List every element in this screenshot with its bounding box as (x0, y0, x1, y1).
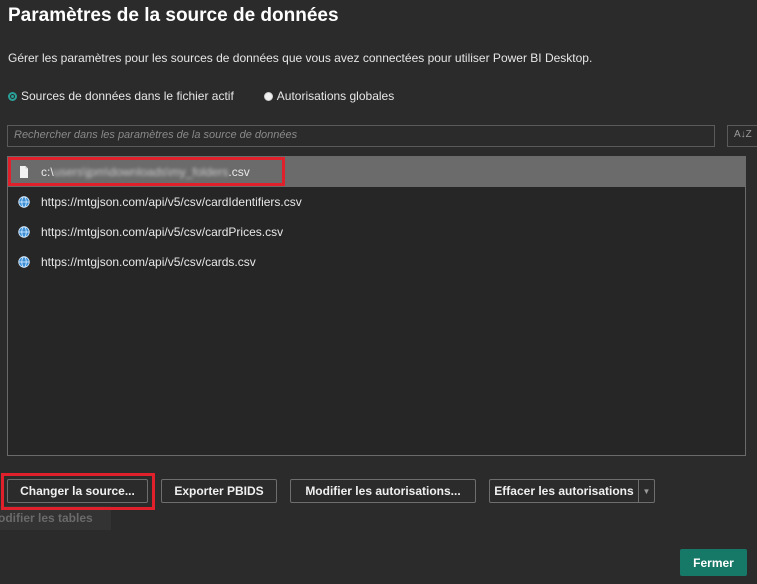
search-input[interactable]: Rechercher dans les paramètres de la sou… (7, 125, 715, 147)
globe-icon (18, 196, 30, 208)
export-pbids-button[interactable]: Exporter PBIDS (161, 479, 277, 503)
close-button[interactable]: Fermer (680, 549, 747, 576)
edit-tables-label: Modifier les tables (0, 511, 93, 525)
edit-permissions-button[interactable]: Modifier les autorisations... (290, 479, 476, 503)
list-item[interactable]: https://mtgjson.com/api/v5/csv/cardPrice… (8, 217, 745, 247)
list-item[interactable]: https://mtgjson.com/api/v5/csv/cards.csv (8, 247, 745, 277)
list-item[interactable]: https://mtgjson.com/api/v5/csv/cardIdent… (8, 187, 745, 217)
radio-global-permissions[interactable]: Autorisations globales (263, 89, 395, 103)
globe-icon (18, 226, 30, 238)
highlight-box (1, 473, 155, 510)
sort-az-button[interactable]: A↓Z (727, 125, 757, 147)
clear-permissions-button[interactable]: Effacer les autorisations (489, 479, 639, 503)
dialog-title: Paramètres de la source de données (8, 5, 339, 26)
radio-checked-icon[interactable] (8, 91, 17, 101)
list-item-label: https://mtgjson.com/api/v5/csv/cardPrice… (41, 225, 284, 239)
list-item-label: https://mtgjson.com/api/v5/csv/cards.csv (41, 255, 256, 269)
radio-active-file-label: Sources de données dans le fichier actif (21, 89, 234, 103)
data-source-list[interactable]: c:\users\jpm\downloads\my_folders.csv ht… (7, 156, 746, 456)
list-item-label: https://mtgjson.com/api/v5/csv/cardIdent… (41, 195, 302, 209)
scope-radio-group: Sources de données dans le fichier actif… (8, 89, 424, 103)
globe-icon (18, 256, 30, 268)
chevron-down-icon[interactable]: ▼ (639, 479, 655, 503)
radio-global-permissions-label: Autorisations globales (276, 89, 395, 103)
highlight-box (8, 157, 285, 186)
dialog-description: Gérer les paramètres pour les sources de… (8, 51, 593, 65)
radio-unchecked-icon[interactable] (263, 91, 273, 101)
radio-active-file[interactable]: Sources de données dans le fichier actif (8, 89, 234, 103)
sort-az-icon: A↓Z (734, 129, 752, 140)
